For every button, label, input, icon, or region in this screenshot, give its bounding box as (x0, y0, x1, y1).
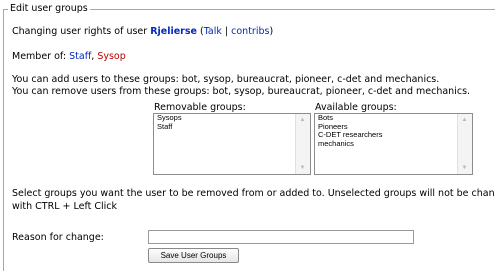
group-link-staff[interactable]: Staff (69, 51, 91, 62)
scroll-up-icon[interactable]: ▲ (296, 114, 309, 126)
contribs-link[interactable]: contribs (231, 26, 269, 37)
changing-rights-line: Changing user rights of user Rjelierse (… (12, 26, 273, 38)
can-remove-text: You can remove users from these groups: … (12, 86, 471, 97)
scroll-down-icon[interactable]: ▼ (458, 162, 471, 174)
member-of-line: Member of: Staff, Sysop (12, 51, 126, 63)
available-scrollbar[interactable]: ▲ ▼ (457, 114, 472, 174)
available-option-mechanics[interactable]: mechanics (315, 139, 472, 149)
username-link[interactable]: Rjelierse (150, 26, 197, 37)
talk-link[interactable]: Talk (204, 26, 222, 37)
reason-input[interactable] (148, 230, 414, 244)
instructions-line-1: Select groups you want the user to be re… (12, 188, 495, 199)
save-user-groups-button[interactable]: Save User Groups (148, 248, 239, 263)
removable-option-sysops[interactable]: Sysops (154, 113, 310, 123)
instructions-line-2: with CTRL + Left Click (12, 201, 118, 212)
changing-rights-prefix: Changing user rights of user (12, 26, 151, 37)
open-paren: ( (196, 26, 204, 37)
removable-groups-label: Removable groups: (154, 102, 246, 113)
close-paren: ) (269, 26, 274, 37)
removable-scrollbar[interactable]: ▲ ▼ (295, 114, 310, 174)
member-of-label: Member of: (12, 51, 70, 62)
group-link-sysop[interactable]: Sysop (97, 51, 125, 62)
available-groups-label: Available groups: (315, 102, 397, 113)
removable-groups-listbox[interactable]: Sysops Staff ▲ ▼ (153, 113, 311, 175)
scroll-down-icon[interactable]: ▼ (296, 162, 309, 174)
link-separator: | (221, 26, 232, 37)
can-add-text: You can add users to these groups: bot, … (12, 74, 440, 85)
scroll-up-icon[interactable]: ▲ (458, 114, 471, 126)
fieldset-legend: Edit user groups (8, 3, 90, 15)
removable-option-staff[interactable]: Staff (154, 122, 310, 132)
available-groups-listbox[interactable]: Bots Pioneers C-DET researchers mechanic… (314, 113, 473, 175)
reason-label: Reason for change: (12, 232, 104, 243)
